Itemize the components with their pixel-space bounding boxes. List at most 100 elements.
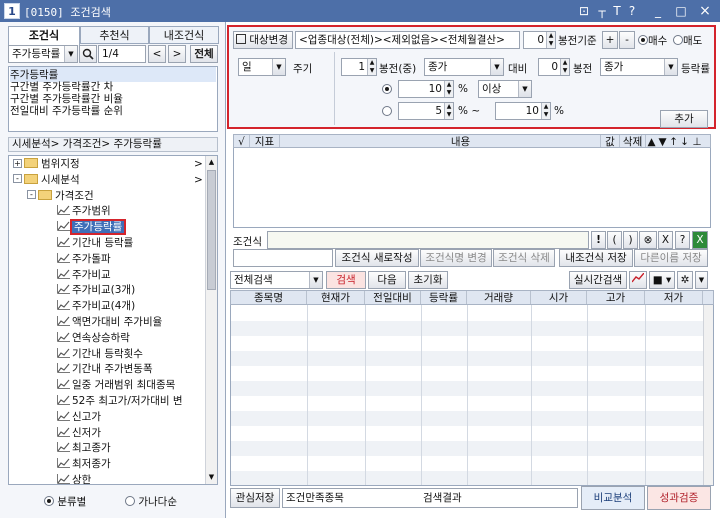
price2-select[interactable]: 종가 ▼: [600, 58, 678, 76]
range2-from-input[interactable]: 5 ▲ ▼: [398, 102, 454, 120]
filter-select[interactable]: 주가등락률 ▼: [8, 45, 78, 63]
range2-to-input[interactable]: 10 ▲ ▼: [495, 102, 551, 120]
col-current-price[interactable]: 현재가: [307, 291, 365, 304]
rename-formula-button[interactable]: 조건식명 변경: [420, 249, 492, 267]
tree-item[interactable]: 액면가대비 주가비율: [57, 315, 162, 331]
expand-icon[interactable]: ▼: [695, 271, 708, 289]
move-up-icon[interactable]: ▲: [646, 135, 657, 148]
col-change-rate[interactable]: 등락률: [421, 291, 467, 304]
x-button[interactable]: X: [658, 231, 673, 249]
target-change-button[interactable]: 대상변경: [233, 31, 293, 49]
tree-item[interactable]: 기간내 등락률: [57, 236, 133, 252]
add-button[interactable]: 추가: [660, 110, 708, 128]
plus-button[interactable]: +: [602, 31, 618, 49]
xor-button[interactable]: ⊗: [639, 231, 657, 249]
minimize-button[interactable]: _: [650, 3, 666, 19]
formula-input[interactable]: [267, 231, 589, 249]
chart-icon[interactable]: [629, 271, 647, 289]
result-scrollbar[interactable]: [703, 291, 713, 485]
tree-item[interactable]: 기간내 주가변동폭: [57, 362, 153, 378]
tree-item[interactable]: 52주 최고가/저가대비 변: [57, 394, 183, 410]
close-button[interactable]: ×: [697, 3, 713, 19]
tree-item[interactable]: 연속상승하락: [57, 331, 130, 347]
tree-item[interactable]: 신저가: [57, 426, 101, 442]
tree-item[interactable]: + 범위지정: [13, 157, 80, 173]
window-title-bar[interactable]: 1 [0150] 조건검색 ⊡ ┬ T ? _ □ ×: [0, 0, 720, 22]
minus-button[interactable]: -: [619, 31, 635, 49]
col-high[interactable]: 고가: [587, 291, 645, 304]
tree-item[interactable]: 기간내 등락횟수: [57, 347, 143, 363]
not-button[interactable]: !: [591, 231, 606, 249]
tab-my-condition[interactable]: 내조건식: [149, 26, 219, 44]
candle-offset-input[interactable]: 0 ▲ ▼: [523, 31, 556, 49]
layout-menu-icon[interactable]: ■ ▾: [649, 271, 675, 289]
save-as-button[interactable]: 다른이름 저장: [634, 249, 708, 267]
tree-item[interactable]: 주가비교: [57, 268, 111, 284]
sort-alphabetical-radio[interactable]: 가나다순: [125, 494, 177, 509]
collapse-icon[interactable]: -: [13, 174, 22, 184]
tree-item[interactable]: - 시세분석: [13, 173, 80, 189]
tree-scrollbar[interactable]: ▲ ▼: [205, 156, 217, 484]
tree-item[interactable]: 상한: [57, 473, 91, 484]
move-top-icon[interactable]: ↑: [668, 135, 679, 148]
delete-formula-button[interactable]: 조건식 삭제: [493, 249, 555, 267]
tree-item[interactable]: 주가범위: [57, 204, 111, 220]
sort-by-category-radio[interactable]: 분류별: [44, 494, 86, 509]
search-button[interactable]: 검색: [326, 271, 366, 289]
new-formula-button[interactable]: 조건식 새로작성: [335, 249, 419, 267]
next-page-button[interactable]: >: [168, 45, 186, 63]
range-between-radio[interactable]: [382, 106, 392, 118]
move-bottom-icon[interactable]: ↓: [679, 135, 690, 148]
range-above-radio[interactable]: [382, 84, 392, 96]
sell-radio[interactable]: 매도: [673, 33, 702, 48]
search-icon[interactable]: [79, 45, 97, 63]
collapse-icon[interactable]: -: [27, 190, 36, 200]
font-icon[interactable]: T: [609, 3, 625, 19]
pin-icon[interactable]: ┬: [594, 3, 610, 19]
offset2-input[interactable]: 0 ▲ ▼: [538, 58, 570, 76]
link-icon[interactable]: ⊡: [576, 3, 592, 19]
gear-icon[interactable]: ✲: [677, 271, 693, 289]
move-last-icon[interactable]: ⊥: [690, 135, 704, 148]
formula-name-input[interactable]: [233, 249, 333, 267]
tree-item[interactable]: 일중 거래범위 최대종목: [57, 378, 175, 394]
submenu-arrow-icon[interactable]: >: [194, 173, 203, 189]
move-down-icon[interactable]: ▼: [657, 135, 668, 148]
prev-page-button[interactable]: <: [148, 45, 166, 63]
tree-item[interactable]: 주가비교(4개): [57, 299, 135, 315]
help-icon[interactable]: ?: [624, 3, 640, 19]
maximize-button[interactable]: □: [673, 3, 689, 19]
col-open[interactable]: 시가: [531, 291, 587, 304]
period-select[interactable]: 일 ▼: [238, 58, 286, 76]
close-paren-button[interactable]: ): [623, 231, 638, 249]
watchlist-save-button[interactable]: 관심저장: [230, 488, 280, 508]
save-my-formula-button[interactable]: 내조건식 저장: [559, 249, 633, 267]
list-item[interactable]: 전일대비 주가등락률 순위: [10, 103, 123, 118]
tree-item[interactable]: 주가등락률: [57, 219, 127, 236]
tab-recommended[interactable]: 추천식: [80, 26, 149, 44]
col-low[interactable]: 저가: [645, 291, 703, 304]
excel-icon[interactable]: X: [692, 231, 708, 249]
tree-item[interactable]: 최고종가: [57, 441, 111, 457]
tab-condition[interactable]: 조건식: [8, 26, 80, 45]
tree-item[interactable]: 주가돌파: [57, 252, 111, 268]
price1-select[interactable]: 종가 ▼: [424, 58, 504, 76]
tree-item[interactable]: 주가비교(3개): [57, 283, 135, 299]
help-button[interactable]: ?: [675, 231, 690, 249]
realtime-search-button[interactable]: 실시간검색: [569, 271, 627, 289]
buy-radio[interactable]: 매수: [638, 33, 667, 48]
submenu-arrow-icon[interactable]: >: [194, 157, 203, 173]
reset-button[interactable]: 초기화: [408, 271, 448, 289]
open-paren-button[interactable]: (: [607, 231, 622, 249]
range1-select[interactable]: 이상 ▼: [478, 80, 532, 98]
performance-test-button[interactable]: 성과검증: [647, 486, 711, 510]
expand-icon[interactable]: +: [13, 158, 22, 168]
col-change[interactable]: 전일대비: [365, 291, 421, 304]
search-scope-select[interactable]: 전체검색 ▼: [230, 271, 323, 289]
offset1-input[interactable]: 1 ▲ ▼: [341, 58, 377, 76]
next-button[interactable]: 다음: [368, 271, 406, 289]
tree-item[interactable]: 최저종가: [57, 457, 111, 473]
range1-input[interactable]: 10 ▲ ▼: [398, 80, 454, 98]
col-volume[interactable]: 거래량: [467, 291, 531, 304]
compare-analysis-button[interactable]: 비교분석: [581, 486, 645, 510]
